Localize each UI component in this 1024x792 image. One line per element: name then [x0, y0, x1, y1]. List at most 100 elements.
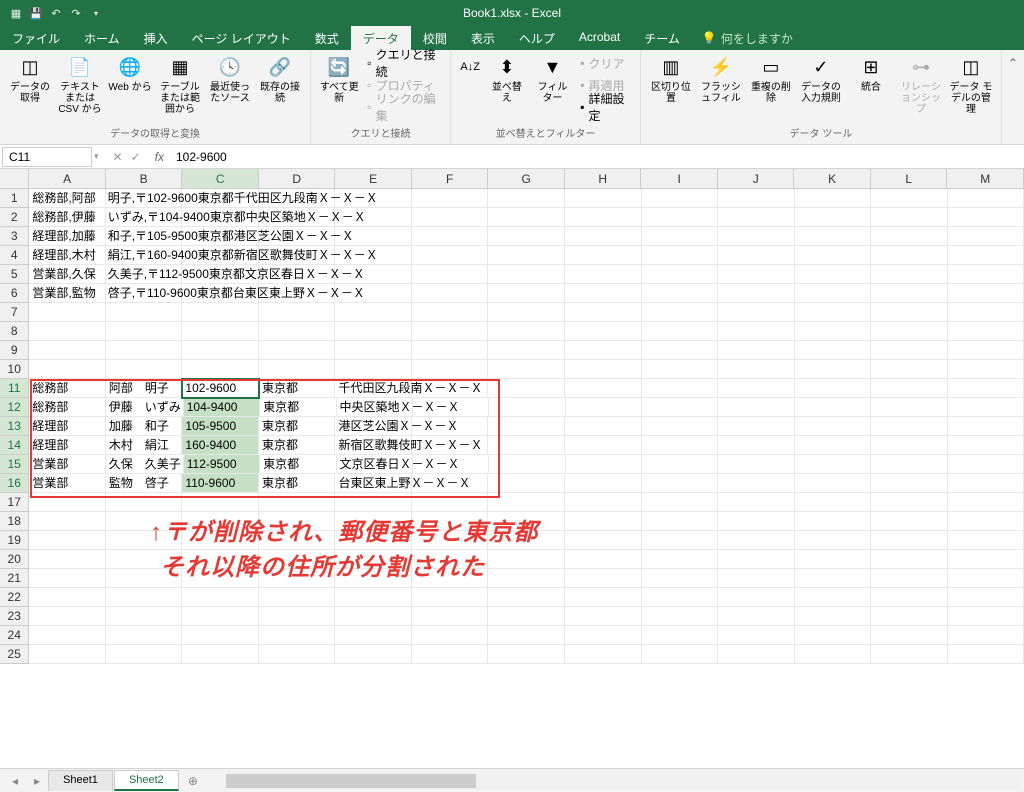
tab-挿入[interactable]: 挿入 — [132, 26, 180, 50]
cell-H19[interactable] — [565, 531, 642, 550]
scroll-thumb[interactable] — [226, 774, 476, 788]
cell-A11[interactable]: 総務部 — [29, 379, 106, 398]
cell-F25[interactable] — [412, 645, 489, 664]
col-header-L[interactable]: L — [871, 169, 948, 189]
cell-J5[interactable] — [718, 265, 795, 284]
cell-K11[interactable] — [795, 379, 872, 398]
cell-F6[interactable] — [412, 284, 489, 303]
cell-K4[interactable] — [795, 246, 872, 265]
cell-H24[interactable] — [565, 626, 642, 645]
cell-K2[interactable] — [795, 208, 872, 227]
sheet-nav-prev-icon[interactable]: ◂ — [4, 774, 26, 788]
cell-J25[interactable] — [718, 645, 795, 664]
data-validation-button[interactable]: ✓データの入力規則 — [797, 52, 845, 106]
cell-B17[interactable] — [106, 493, 183, 512]
cell-E9[interactable] — [335, 341, 412, 360]
cell-C15[interactable]: 112-9500 — [184, 455, 260, 474]
cell-I18[interactable] — [642, 512, 719, 531]
cell-I24[interactable] — [642, 626, 719, 645]
cell-G4[interactable] — [488, 246, 565, 265]
cell-G24[interactable] — [488, 626, 565, 645]
cell-I22[interactable] — [642, 588, 719, 607]
cell-M7[interactable] — [948, 303, 1024, 322]
cell-B8[interactable] — [106, 322, 183, 341]
cell-A13[interactable]: 経理部 — [29, 417, 106, 436]
cell-K7[interactable] — [795, 303, 872, 322]
cell-A2[interactable]: 総務部,伊藤 いずみ,〒104-9400東京都中央区築地Ｘ－Ｘ－Ｘ — [29, 208, 106, 227]
undo-icon[interactable]: ↶ — [48, 5, 64, 21]
cell-I8[interactable] — [642, 322, 719, 341]
cell-L19[interactable] — [871, 531, 948, 550]
cell-M14[interactable] — [948, 436, 1024, 455]
cell-A4[interactable]: 経理部,木村 絹江,〒160-9400東京都新宿区歌舞伎町Ｘ－Ｘ－Ｘ — [29, 246, 106, 265]
ribbon-Web から[interactable]: 🌐Web から — [106, 52, 154, 95]
cell-M17[interactable] — [948, 493, 1024, 512]
cell-J16[interactable] — [718, 474, 795, 493]
cell-G1[interactable] — [488, 189, 565, 208]
cell-F7[interactable] — [412, 303, 489, 322]
cell-D8[interactable] — [259, 322, 336, 341]
cell-D25[interactable] — [259, 645, 336, 664]
col-header-G[interactable]: G — [488, 169, 565, 189]
cell-G8[interactable] — [488, 322, 565, 341]
formula-input[interactable]: 102-9600 — [170, 148, 1024, 166]
consolidate-button[interactable]: ⊞統合 — [847, 52, 895, 95]
row-header-10[interactable]: 10 — [0, 360, 29, 379]
cell-M20[interactable] — [948, 550, 1024, 569]
cell-E13[interactable]: 港区芝公園Ｘ－Ｘ－Ｘ — [335, 417, 412, 436]
cell-I16[interactable] — [642, 474, 719, 493]
cell-L12[interactable] — [871, 398, 947, 417]
cell-L5[interactable] — [871, 265, 948, 284]
cell-H20[interactable] — [565, 550, 642, 569]
cell-C16[interactable]: 110-9600 — [182, 474, 259, 493]
cell-M18[interactable] — [948, 512, 1024, 531]
cell-K22[interactable] — [795, 588, 872, 607]
cell-C10[interactable] — [182, 360, 259, 379]
cell-I10[interactable] — [642, 360, 719, 379]
cell-G5[interactable] — [488, 265, 565, 284]
cell-K6[interactable] — [795, 284, 872, 303]
col-header-C[interactable]: C — [182, 169, 259, 189]
col-header-E[interactable]: E — [335, 169, 412, 189]
tab-数式[interactable]: 数式 — [303, 26, 351, 50]
cell-L14[interactable] — [871, 436, 948, 455]
cell-K12[interactable] — [795, 398, 871, 417]
cell-J24[interactable] — [718, 626, 795, 645]
namebox-dropdown-icon[interactable]: ▾ — [94, 151, 105, 162]
cell-J3[interactable] — [718, 227, 795, 246]
cell-L7[interactable] — [871, 303, 948, 322]
cell-G10[interactable] — [488, 360, 565, 379]
cell-J10[interactable] — [718, 360, 795, 379]
col-header-A[interactable]: A — [29, 169, 106, 189]
cell-I6[interactable] — [642, 284, 719, 303]
cell-G6[interactable] — [488, 284, 565, 303]
cell-M23[interactable] — [948, 607, 1024, 626]
cell-H12[interactable] — [566, 398, 642, 417]
row-header-14[interactable]: 14 — [0, 436, 29, 455]
cell-A25[interactable] — [29, 645, 106, 664]
cell-I13[interactable] — [642, 417, 719, 436]
cell-L22[interactable] — [871, 588, 948, 607]
cell-E10[interactable] — [335, 360, 412, 379]
cell-K1[interactable] — [795, 189, 872, 208]
col-header-B[interactable]: B — [106, 169, 183, 189]
cell-D12[interactable]: 東京都 — [260, 398, 336, 417]
cell-F3[interactable] — [412, 227, 489, 246]
cell-H9[interactable] — [565, 341, 642, 360]
data-model-button[interactable]: ◫データ モデルの管理 — [947, 52, 995, 117]
cell-M13[interactable] — [948, 417, 1024, 436]
sort-button[interactable]: ⬍並べ替え — [485, 52, 529, 106]
cell-B10[interactable] — [106, 360, 183, 379]
cell-K8[interactable] — [795, 322, 872, 341]
cell-A17[interactable] — [29, 493, 106, 512]
cell-J18[interactable] — [718, 512, 795, 531]
cell-J1[interactable] — [718, 189, 795, 208]
row-header-3[interactable]: 3 — [0, 227, 29, 246]
cell-J19[interactable] — [718, 531, 795, 550]
cell-E17[interactable] — [335, 493, 412, 512]
cell-M22[interactable] — [948, 588, 1024, 607]
cell-D11[interactable]: 東京都 — [259, 379, 336, 398]
cell-K18[interactable] — [795, 512, 872, 531]
sheet-tab-Sheet2[interactable]: Sheet2 — [114, 770, 179, 791]
cell-J9[interactable] — [718, 341, 795, 360]
